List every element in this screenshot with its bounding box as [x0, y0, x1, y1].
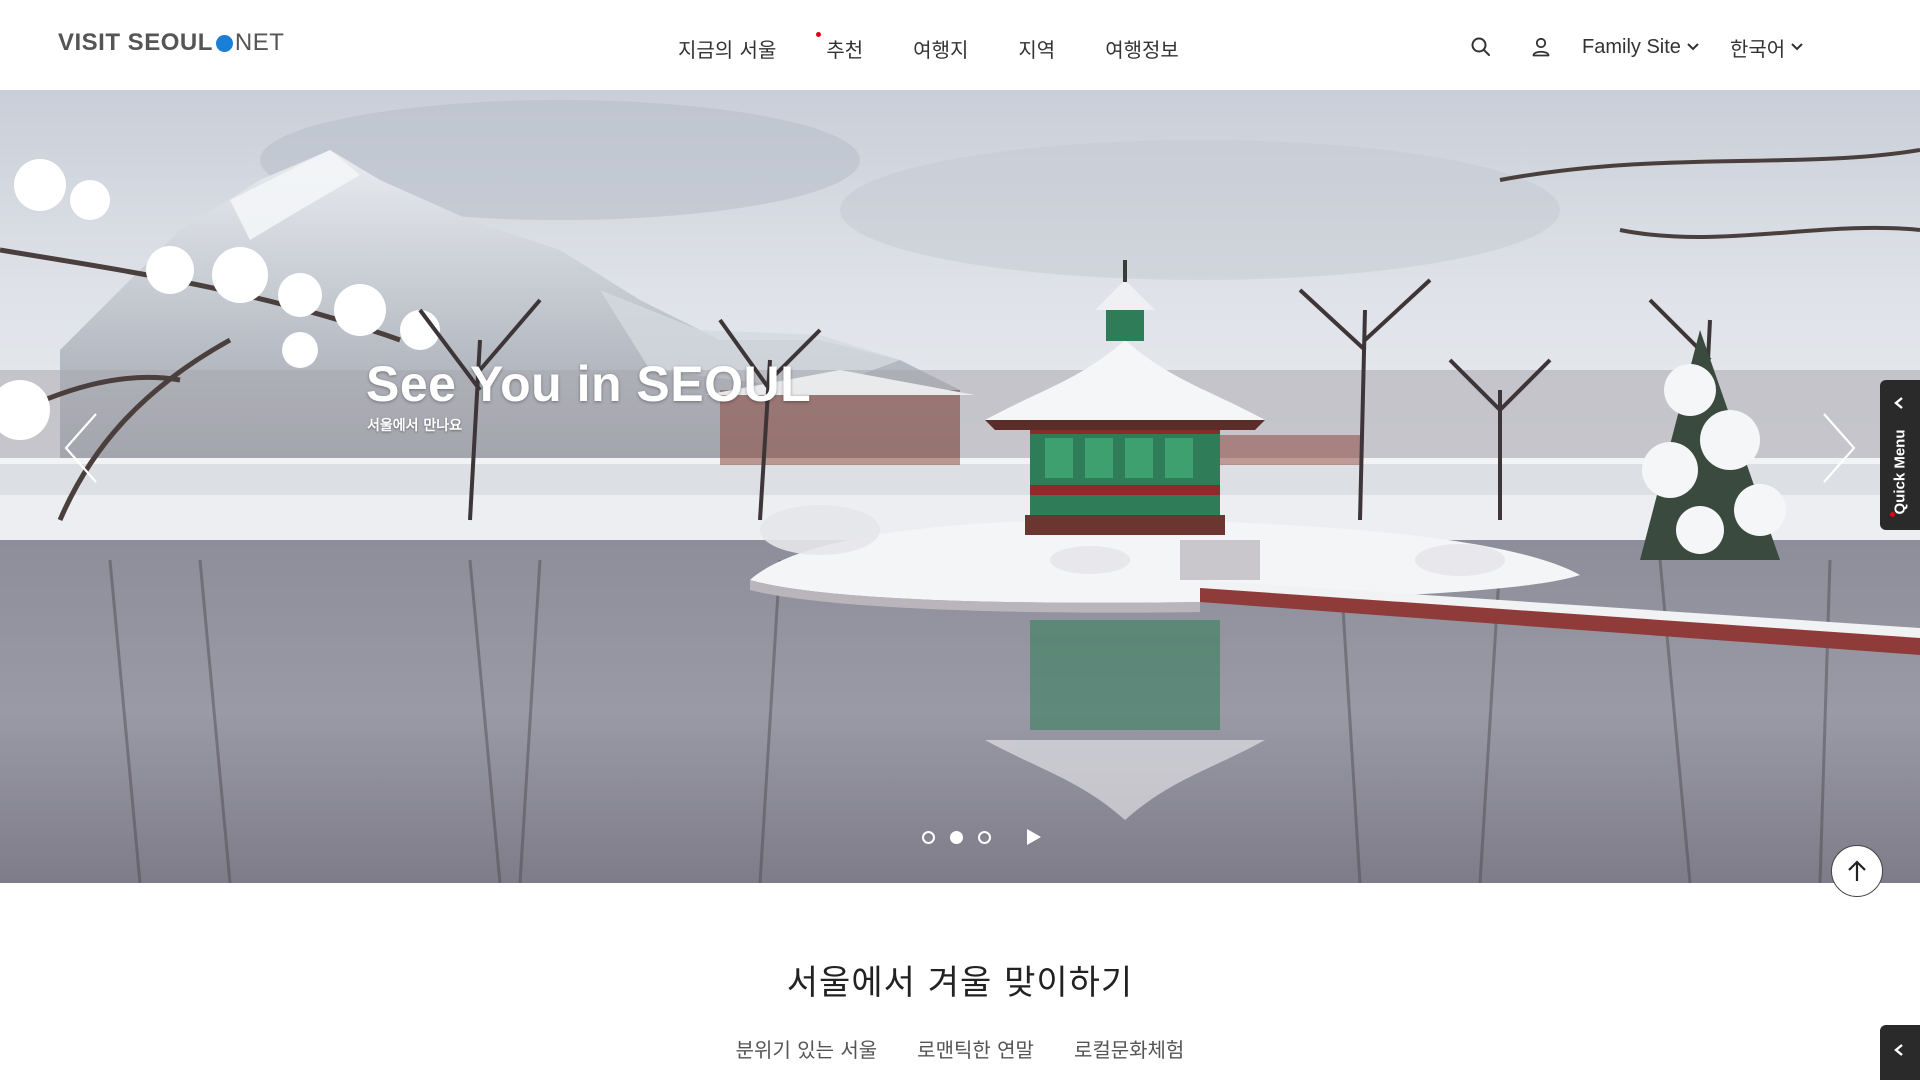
arrow-up-icon [1848, 860, 1866, 881]
tab-local-culture[interactable]: 로컬문화체험 [1074, 1034, 1184, 1063]
quick-menu-toggle[interactable]: Quick Menu [1880, 380, 1920, 530]
chevron-left-icon [64, 413, 97, 483]
play-icon[interactable] [1026, 828, 1042, 846]
logo-dot [215, 34, 233, 52]
carousel-next-button[interactable] [1810, 408, 1860, 488]
nav-item-recommend[interactable]: 추천 [816, 31, 864, 63]
tab-atmospheric-seoul[interactable]: 분위기 있는 서울 [736, 1034, 878, 1063]
search-button[interactable] [1470, 30, 1492, 64]
login-button[interactable] [1530, 30, 1552, 64]
chevron-left-icon [1894, 397, 1903, 409]
quick-menu-toggle-secondary[interactable] [1880, 1025, 1920, 1080]
nav-item-label: 여행지 [913, 37, 969, 62]
language-dropdown[interactable]: 한국어 [1730, 30, 1803, 64]
section-title: 서울에서 겨울 맞이하기 [786, 963, 1134, 1003]
nav-item-travel-info[interactable]: 여행정보 [1105, 34, 1179, 63]
hero-title: See You in SEOUL [366, 356, 812, 412]
new-indicator-dot [816, 31, 822, 37]
nav-item-label: 여행정보 [1105, 37, 1179, 62]
carousel-dot-3[interactable] [978, 830, 991, 844]
carousel-dot-2[interactable] [950, 830, 963, 844]
tab-romantic-year-end[interactable]: 로맨틱한 연말 [917, 1034, 1034, 1063]
nav-item-label: 추천 [826, 37, 864, 62]
chevron-down-icon [1687, 43, 1699, 51]
new-indicator-dot [1890, 512, 1895, 517]
chevron-down-icon [1791, 43, 1803, 51]
family-site-label: Family Site [1582, 35, 1681, 58]
site-logo[interactable]: VISIT SEOUL NET [58, 26, 284, 60]
search-icon [1471, 37, 1490, 56]
nav-item-label: 지금의 서울 [678, 37, 777, 62]
nav-item-destinations[interactable]: 여행지 [913, 34, 968, 63]
logo-text-primary: VISIT SEOUL [58, 29, 213, 56]
nav-item-label: 지역 [1018, 37, 1056, 62]
family-site-dropdown[interactable]: Family Site [1582, 30, 1699, 64]
hero-carousel: See You in SEOUL 서울에서 만나요 Quick Menu [0, 90, 1920, 883]
scroll-to-top-button[interactable] [1831, 845, 1883, 897]
main-navigation: 지금의 서울 추천 여행지 지역 여행정보 [678, 31, 1179, 64]
hero-image [0, 90, 1920, 883]
user-icon [1532, 37, 1550, 57]
logo-text-secondary: NET [234, 29, 285, 56]
carousel-pagination [922, 825, 1042, 849]
language-label: 한국어 [1730, 36, 1786, 61]
section-tabs: 분위기 있는 서울 로맨틱한 연말 로컬문화체험 [0, 1034, 1920, 1063]
site-header: VISIT SEOUL NET 지금의 서울 추천 여행지 지역 여행정보 Fa… [0, 0, 1920, 90]
carousel-dot-1[interactable] [922, 830, 935, 844]
nav-item-seoul-now[interactable]: 지금의 서울 [678, 34, 776, 63]
nav-item-regions[interactable]: 지역 [1018, 34, 1055, 63]
chevron-left-icon [1894, 1044, 1903, 1056]
hero-subtitle: 서울에서 만나요 [367, 418, 463, 434]
carousel-prev-button[interactable] [60, 408, 110, 488]
quick-menu-label: Quick Menu [1891, 429, 1909, 515]
chevron-right-icon [1823, 413, 1856, 483]
